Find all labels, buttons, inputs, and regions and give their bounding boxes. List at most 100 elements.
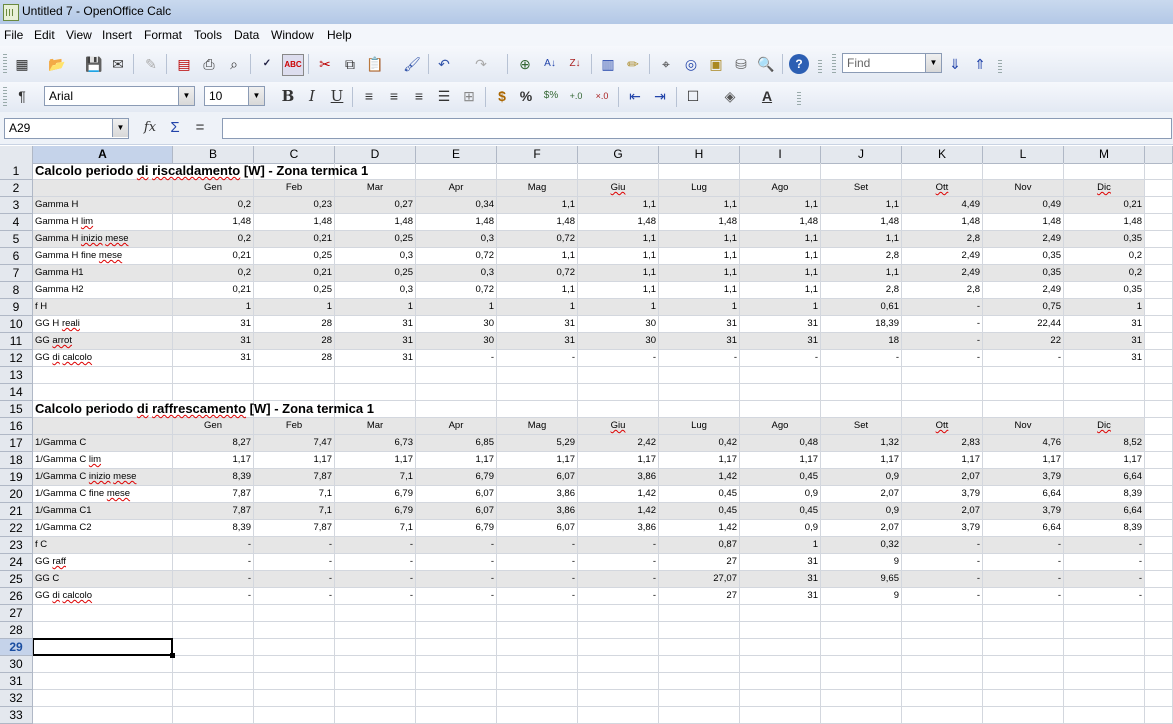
- cell-h6[interactable]: 1,1: [659, 248, 740, 265]
- cell-h8[interactable]: 1,1: [659, 282, 740, 299]
- cell-a28[interactable]: [33, 622, 173, 639]
- cell-n24[interactable]: [1145, 554, 1173, 571]
- cell-l24[interactable]: -: [983, 554, 1064, 571]
- cell-f11[interactable]: 31: [497, 333, 578, 350]
- cell-g11[interactable]: 30: [578, 333, 659, 350]
- cell-n18[interactable]: [1145, 452, 1173, 469]
- cell-i26[interactable]: 31: [740, 588, 821, 605]
- cell-f32[interactable]: [497, 690, 578, 707]
- cell-k16[interactable]: Ott: [902, 418, 983, 435]
- cell-b11[interactable]: 31: [173, 333, 254, 350]
- data-sources-icon[interactable]: ⛁: [731, 54, 751, 74]
- cell-n12[interactable]: [1145, 350, 1173, 367]
- cell-h19[interactable]: 1,42: [659, 469, 740, 486]
- cell-i2[interactable]: Ago: [740, 180, 821, 197]
- cell-e16[interactable]: Apr: [416, 418, 497, 435]
- italic-button[interactable]: I: [302, 86, 322, 106]
- cell-h1[interactable]: [659, 163, 740, 180]
- findbar-overflow[interactable]: [998, 60, 1002, 74]
- cell-a7[interactable]: Gamma H1: [33, 265, 173, 282]
- cell-l1[interactable]: [983, 163, 1064, 180]
- cell-k32[interactable]: [902, 690, 983, 707]
- cell-j1[interactable]: [821, 163, 902, 180]
- cell-n28[interactable]: [1145, 622, 1173, 639]
- cell-e23[interactable]: -: [416, 537, 497, 554]
- undo-icon[interactable]: ↶: [434, 54, 454, 74]
- menu-help[interactable]: Help: [327, 28, 352, 42]
- cell-a21[interactable]: 1/Gamma C1: [33, 503, 173, 520]
- cell-n20[interactable]: [1145, 486, 1173, 503]
- row-header-15[interactable]: 15: [0, 401, 33, 418]
- name-box[interactable]: A29 ▼: [4, 118, 129, 139]
- align-center-icon[interactable]: ≡: [384, 86, 404, 106]
- cell-n2[interactable]: [1145, 180, 1173, 197]
- cell-j10[interactable]: 18,39: [821, 316, 902, 333]
- cell-g1[interactable]: [578, 163, 659, 180]
- cell-a15[interactable]: Calcolo periodo di raffrescamento [W] - …: [33, 401, 374, 418]
- cell-a26[interactable]: GG di calcolo: [33, 588, 173, 605]
- cell-g16[interactable]: Giu: [578, 418, 659, 435]
- open-icon[interactable]: 📂: [47, 54, 67, 74]
- cell-d14[interactable]: [335, 384, 416, 401]
- cell-l16[interactable]: Nov: [983, 418, 1064, 435]
- cell-a4[interactable]: Gamma H lim: [33, 214, 173, 231]
- cell-g17[interactable]: 2,42: [578, 435, 659, 452]
- cell-g33[interactable]: [578, 707, 659, 724]
- cell-a1[interactable]: Calcolo periodo di riscaldamento [W] - Z…: [33, 163, 368, 180]
- cell-i18[interactable]: 1,17: [740, 452, 821, 469]
- cell-f7[interactable]: 0,72: [497, 265, 578, 282]
- cell-e3[interactable]: 0,34: [416, 197, 497, 214]
- cell-g4[interactable]: 1,48: [578, 214, 659, 231]
- cell-f27[interactable]: [497, 605, 578, 622]
- cell-d26[interactable]: -: [335, 588, 416, 605]
- cell-c6[interactable]: 0,25: [254, 248, 335, 265]
- find-previous-icon[interactable]: ⇑: [970, 54, 990, 74]
- cell-n25[interactable]: [1145, 571, 1173, 588]
- cell-m25[interactable]: -: [1064, 571, 1145, 588]
- cell-b19[interactable]: 8,39: [173, 469, 254, 486]
- find-next-icon[interactable]: ⇓: [945, 54, 965, 74]
- cell-g31[interactable]: [578, 673, 659, 690]
- cell-m27[interactable]: [1064, 605, 1145, 622]
- cell-l33[interactable]: [983, 707, 1064, 724]
- cell-f5[interactable]: 0,72: [497, 231, 578, 248]
- cell-a30[interactable]: [33, 656, 173, 673]
- chart-icon[interactable]: ▥: [598, 54, 618, 74]
- chevron-down-icon[interactable]: ▼: [112, 119, 128, 137]
- edit-file-icon[interactable]: ✎: [141, 54, 161, 74]
- cell-h20[interactable]: 0,45: [659, 486, 740, 503]
- cell-d27[interactable]: [335, 605, 416, 622]
- new-icon[interactable]: ▦: [12, 54, 32, 74]
- cell-e17[interactable]: 6,85: [416, 435, 497, 452]
- cell-m7[interactable]: 0,2: [1064, 265, 1145, 282]
- cell-j17[interactable]: 1,32: [821, 435, 902, 452]
- cell-m6[interactable]: 0,2: [1064, 248, 1145, 265]
- cell-f6[interactable]: 1,1: [497, 248, 578, 265]
- function-equals-icon[interactable]: =: [190, 118, 210, 138]
- cell-g5[interactable]: 1,1: [578, 231, 659, 248]
- cell-a17[interactable]: 1/Gamma C: [33, 435, 173, 452]
- cell-c17[interactable]: 7,47: [254, 435, 335, 452]
- cell-e21[interactable]: 6,07: [416, 503, 497, 520]
- cell-a6[interactable]: Gamma H fine mese: [33, 248, 173, 265]
- export-pdf-icon[interactable]: ▤: [174, 54, 194, 74]
- row-header-1[interactable]: 1: [0, 163, 33, 180]
- cell-d3[interactable]: 0,27: [335, 197, 416, 214]
- row-header-26[interactable]: 26: [0, 588, 33, 605]
- cell-e15[interactable]: [416, 401, 497, 418]
- cell-i6[interactable]: 1,1: [740, 248, 821, 265]
- chevron-down-icon[interactable]: ▼: [925, 54, 941, 72]
- cell-l15[interactable]: [983, 401, 1064, 418]
- cell-k28[interactable]: [902, 622, 983, 639]
- cell-e2[interactable]: Apr: [416, 180, 497, 197]
- cell-g26[interactable]: -: [578, 588, 659, 605]
- cell-j5[interactable]: 1,1: [821, 231, 902, 248]
- cell-h3[interactable]: 1,1: [659, 197, 740, 214]
- cell-j20[interactable]: 2,07: [821, 486, 902, 503]
- cell-n1[interactable]: [1145, 163, 1173, 180]
- cell-h21[interactable]: 0,45: [659, 503, 740, 520]
- cell-j24[interactable]: 9: [821, 554, 902, 571]
- cell-i15[interactable]: [740, 401, 821, 418]
- cell-l25[interactable]: -: [983, 571, 1064, 588]
- row-header-21[interactable]: 21: [0, 503, 33, 520]
